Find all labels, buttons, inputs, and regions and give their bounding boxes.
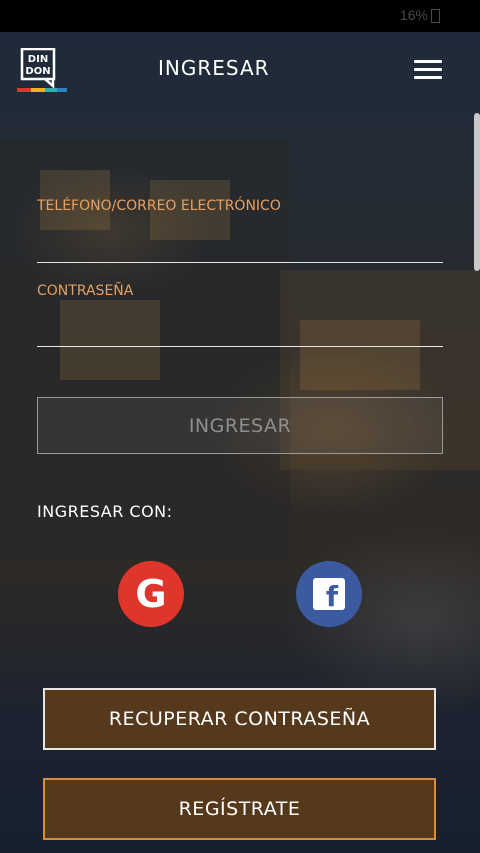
battery-icon [431, 9, 440, 23]
social-login-label: INGRESAR CON: [37, 502, 173, 521]
phone-email-input[interactable] [37, 262, 443, 263]
menu-bar [414, 68, 442, 71]
status-bar: 16% [0, 0, 480, 32]
password-input[interactable] [37, 346, 443, 347]
background-window [300, 320, 420, 390]
background-window [60, 300, 160, 380]
google-icon: G [135, 572, 167, 616]
facebook-login-button[interactable]: f [296, 561, 362, 627]
register-button[interactable]: REGÍSTRATE [43, 778, 436, 840]
logo-text-top: DIN [28, 54, 48, 65]
scrollbar[interactable] [474, 113, 480, 271]
google-login-button[interactable]: G [118, 561, 184, 627]
app-logo[interactable]: DIN DON [17, 47, 69, 96]
menu-icon[interactable] [414, 60, 442, 82]
phone-email-label: TELÉFONO/CORREO ELECTRÓNICO [37, 198, 281, 214]
logo-text-bottom: DON [25, 66, 50, 77]
recover-password-button[interactable]: RECUPERAR CONTRASEÑA [43, 688, 436, 750]
menu-bar [414, 76, 442, 79]
logo-graphic: DIN DON [17, 47, 67, 92]
facebook-icon: f [313, 578, 345, 613]
battery-text: 16% [399, 7, 428, 23]
password-label: CONTRASEÑA [37, 283, 134, 299]
facebook-glyph: f [325, 580, 339, 613]
login-button[interactable]: INGRESAR [37, 397, 443, 454]
menu-bar [414, 60, 442, 63]
page-title: INGRESAR [158, 56, 270, 80]
